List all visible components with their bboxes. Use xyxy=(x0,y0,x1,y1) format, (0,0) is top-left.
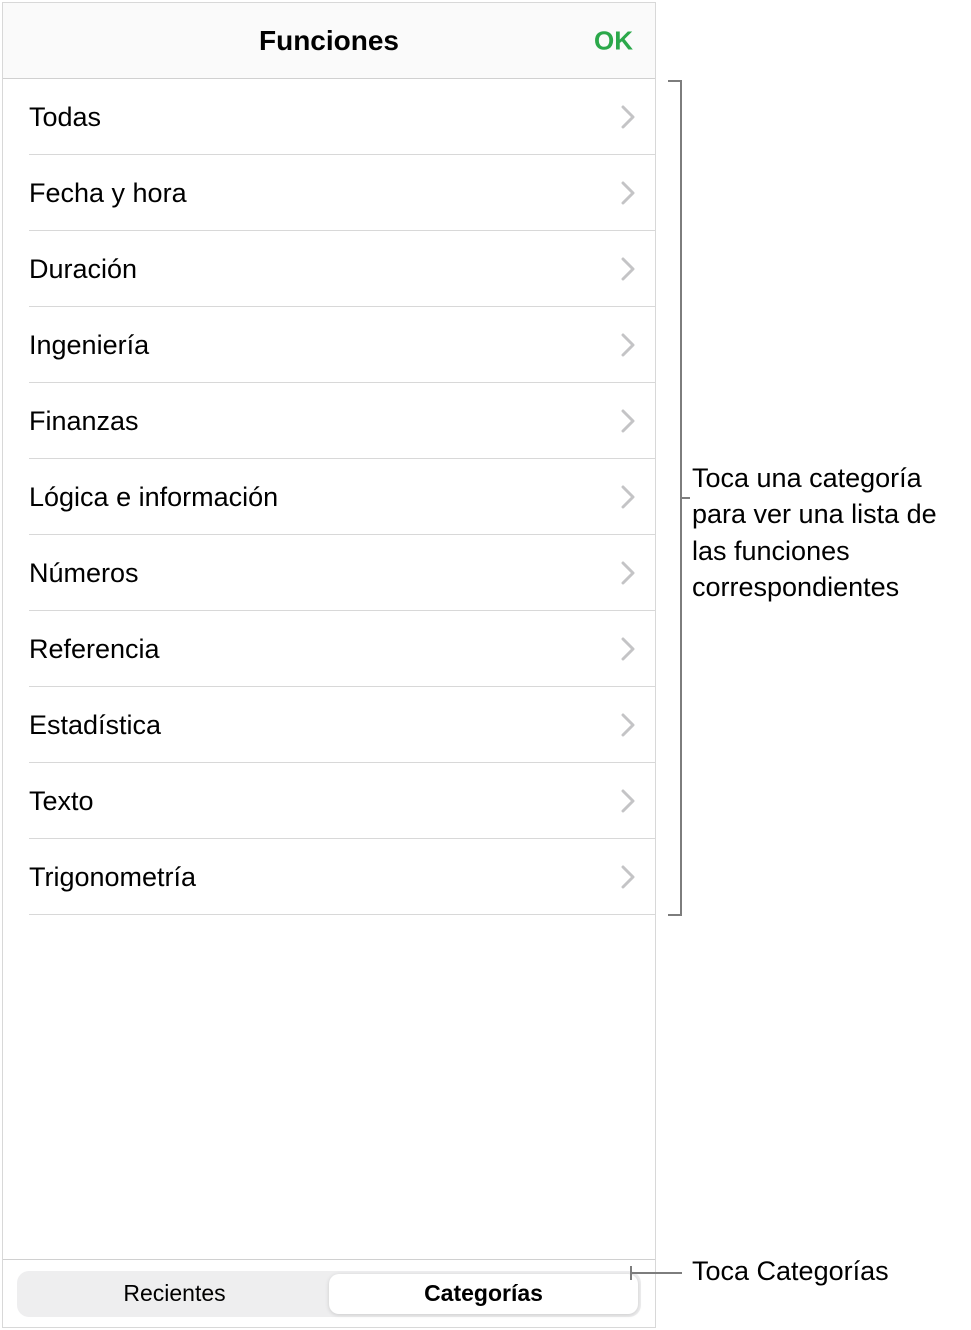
category-item-fecha-y-hora[interactable]: Fecha y hora xyxy=(3,155,655,231)
chevron-right-icon xyxy=(621,561,635,585)
category-item-estadistica[interactable]: Estadística xyxy=(3,687,655,763)
category-label: Texto xyxy=(29,786,94,817)
chevron-right-icon xyxy=(621,409,635,433)
tab-categories[interactable]: Categorías xyxy=(329,1274,638,1314)
callout-bracket-icon xyxy=(668,80,682,916)
callout-connector-icon xyxy=(682,497,690,499)
chevron-right-icon xyxy=(621,637,635,661)
chevron-right-icon xyxy=(621,865,635,889)
category-item-todas[interactable]: Todas xyxy=(3,79,655,155)
category-item-finanzas[interactable]: Finanzas xyxy=(3,383,655,459)
category-label: Fecha y hora xyxy=(29,178,187,209)
category-item-trigonometria[interactable]: Trigonometría xyxy=(3,839,655,915)
chevron-right-icon xyxy=(621,181,635,205)
functions-panel: Funciones OK Todas Fecha y hora Duración… xyxy=(2,2,656,1328)
chevron-right-icon xyxy=(621,257,635,281)
panel-title: Funciones xyxy=(259,25,399,57)
category-item-logica[interactable]: Lógica e información xyxy=(3,459,655,535)
category-item-referencia[interactable]: Referencia xyxy=(3,611,655,687)
category-item-texto[interactable]: Texto xyxy=(3,763,655,839)
category-label: Trigonometría xyxy=(29,862,196,893)
tab-recent[interactable]: Recientes xyxy=(20,1274,329,1314)
chevron-right-icon xyxy=(621,105,635,129)
category-label: Duración xyxy=(29,254,137,285)
category-item-ingenieria[interactable]: Ingeniería xyxy=(3,307,655,383)
category-label: Ingeniería xyxy=(29,330,149,361)
category-label: Estadística xyxy=(29,710,161,741)
category-label: Todas xyxy=(29,102,101,133)
category-item-numeros[interactable]: Números xyxy=(3,535,655,611)
callout-tab-hint: Toca Categorías xyxy=(692,1256,889,1287)
category-label: Lógica e información xyxy=(29,482,278,513)
chevron-right-icon xyxy=(621,789,635,813)
category-label: Referencia xyxy=(29,634,160,665)
chevron-right-icon xyxy=(621,485,635,509)
category-label: Números xyxy=(29,558,139,589)
panel-header: Funciones OK xyxy=(3,3,655,79)
bottom-tabbar: Recientes Categorías xyxy=(3,1259,655,1327)
category-label: Finanzas xyxy=(29,406,139,437)
category-item-duracion[interactable]: Duración xyxy=(3,231,655,307)
callout-category-hint: Toca una categoría para ver una lista de… xyxy=(692,460,962,606)
callout-connector-icon xyxy=(632,1272,682,1274)
ok-button[interactable]: OK xyxy=(594,25,633,56)
chevron-right-icon xyxy=(621,713,635,737)
segmented-control: Recientes Categorías xyxy=(17,1271,641,1317)
category-list: Todas Fecha y hora Duración Ingeniería F… xyxy=(3,79,655,1259)
chevron-right-icon xyxy=(621,333,635,357)
